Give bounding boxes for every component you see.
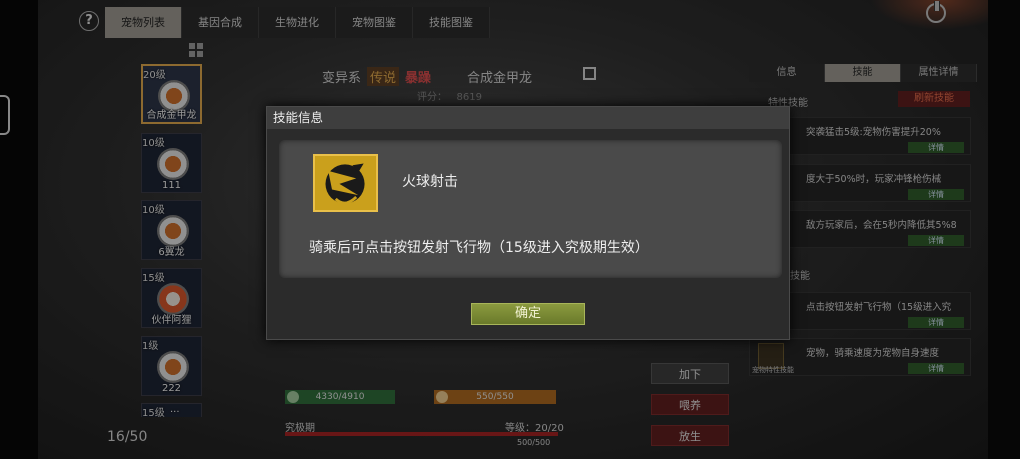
- skill-info-dialog: 技能信息 火球射击 骑乘后可点击按钮发射飞行物（15级进入究极期生效） 确定: [266, 106, 790, 340]
- fireball-icon: [313, 154, 378, 212]
- dialog-body: 火球射击 骑乘后可点击按钮发射飞行物（15级进入究极期生效）: [279, 140, 782, 278]
- right-edge: [988, 0, 1020, 459]
- skill-description: 骑乘后可点击按钮发射飞行物（15级进入究极期生效）: [309, 240, 649, 256]
- skill-name: 火球射击: [402, 174, 458, 190]
- confirm-button[interactable]: 确定: [471, 303, 585, 325]
- back-arrow-icon[interactable]: [0, 95, 10, 135]
- dialog-title: 技能信息: [267, 107, 789, 129]
- left-edge: [0, 0, 38, 459]
